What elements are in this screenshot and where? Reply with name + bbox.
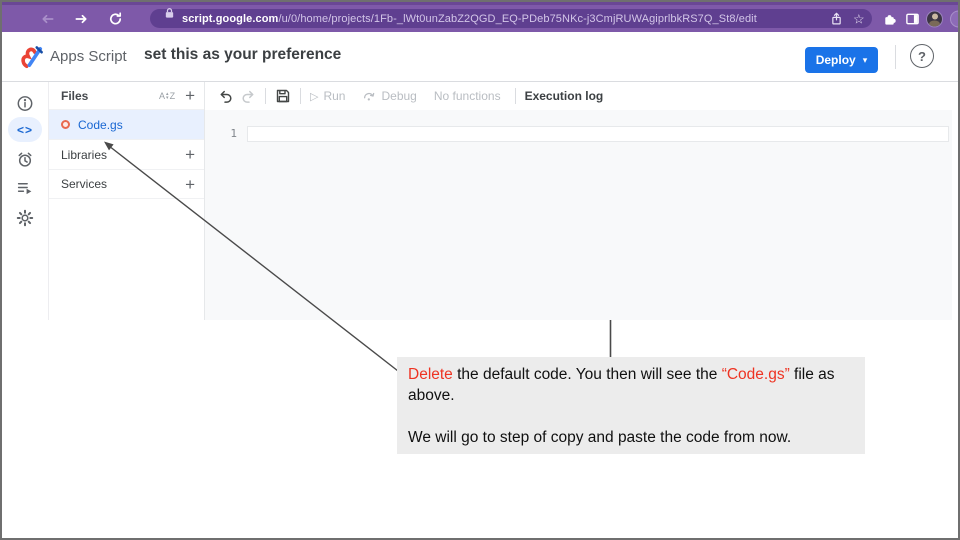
back-icon[interactable]	[40, 11, 55, 26]
apps-script-logo-icon[interactable]	[18, 44, 44, 70]
side-panel-icon[interactable]	[905, 11, 920, 26]
app-header: Apps Script set this as your preference …	[2, 32, 958, 82]
sort-arrow-down: ▾	[166, 96, 169, 100]
gs-file-icon	[61, 120, 70, 129]
editor-column: ▷ Run Debug No functions Execution log 1	[205, 82, 952, 320]
deploy-button[interactable]: Deploy ▾	[805, 47, 878, 73]
debug-label: Debug	[381, 89, 416, 103]
toolbar-divider	[515, 88, 516, 104]
deploy-button-label: Deploy	[816, 53, 856, 67]
code-editor[interactable]: 1	[205, 110, 952, 320]
sort-letter-a: A	[159, 91, 165, 101]
add-file-button[interactable]: +	[185, 87, 195, 104]
address-bar[interactable]: script.google.com/u/0/home/projects/1Fb-…	[150, 9, 872, 28]
url-path: /u/0/home/projects/1Fb-_lWt0unZabZ2QGD_E…	[278, 13, 756, 25]
executions-list-icon[interactable]	[17, 179, 34, 196]
files-panel: Files A▴▾Z + Code.gs Libraries + Service…	[48, 82, 205, 320]
debug-button[interactable]: Debug	[362, 89, 416, 103]
url-text: script.google.com/u/0/home/projects/1Fb-…	[182, 13, 757, 25]
toolbar-divider	[300, 88, 301, 104]
callout-note: Delete the default code. You then will s…	[397, 357, 865, 454]
services-section[interactable]: Services +	[49, 169, 204, 199]
browser-toolbar: script.google.com/u/0/home/projects/1Fb-…	[2, 2, 958, 32]
file-item-code-gs[interactable]: Code.gs	[49, 110, 204, 139]
current-line-highlight[interactable]	[247, 126, 949, 142]
callout-delete-text: Delete	[408, 366, 453, 383]
toolbar-divider	[265, 88, 266, 104]
run-play-icon: ▷	[310, 90, 318, 103]
profile-avatar[interactable]	[926, 10, 943, 27]
editor-toolbar: ▷ Run Debug No functions Execution log	[205, 82, 952, 110]
bookmark-star-icon[interactable]: ☆	[853, 12, 865, 25]
callout-paragraph-1: Delete the default code. You then will s…	[408, 364, 854, 406]
triggers-clock-icon[interactable]	[17, 151, 34, 168]
files-panel-header: Files A▴▾Z +	[49, 82, 204, 110]
add-service-button[interactable]: +	[185, 176, 195, 193]
run-button[interactable]: ▷ Run	[310, 89, 345, 103]
project-title[interactable]: set this as your preference	[144, 46, 341, 64]
redo-icon[interactable]	[240, 88, 256, 104]
reload-icon[interactable]	[108, 11, 123, 26]
share-icon[interactable]	[830, 12, 843, 26]
file-name: Code.gs	[78, 118, 123, 132]
callout-paragraph-2: We will go to step of copy and paste the…	[408, 427, 854, 448]
libraries-section[interactable]: Libraries +	[49, 139, 204, 169]
callout-codegs-text: “Code.gs”	[722, 366, 790, 383]
services-label: Services	[61, 177, 185, 191]
callout-text: the default code. You then will see the	[453, 366, 722, 383]
function-selector[interactable]: No functions	[434, 89, 501, 103]
editor-code-icon[interactable]: <>	[8, 117, 42, 142]
sort-letter-z: Z	[170, 91, 176, 101]
code-glyph: <>	[17, 123, 33, 137]
libraries-label: Libraries	[61, 148, 185, 162]
app-name[interactable]: Apps Script	[50, 48, 127, 65]
forward-icon[interactable]	[74, 11, 89, 26]
execution-log-button[interactable]: Execution log	[525, 89, 604, 103]
overview-info-icon[interactable]	[17, 95, 34, 112]
run-label: Run	[323, 89, 345, 103]
debug-step-icon	[362, 89, 376, 103]
lock-icon	[164, 7, 175, 19]
question-mark-icon: ?	[918, 49, 926, 64]
chevron-down-icon: ▾	[863, 55, 868, 66]
function-selector-label: No functions	[434, 89, 501, 103]
settings-gear-icon[interactable]	[16, 209, 34, 227]
profile-avatar-secondary[interactable]	[950, 10, 958, 27]
files-panel-title: Files	[61, 89, 159, 103]
header-divider	[895, 45, 896, 69]
sort-az-icon[interactable]: A▴▾Z	[159, 91, 175, 101]
extensions-puzzle-icon[interactable]	[882, 11, 897, 26]
undo-icon[interactable]	[218, 88, 234, 104]
help-button[interactable]: ?	[910, 44, 934, 68]
line-number: 1	[215, 127, 237, 140]
add-library-button[interactable]: +	[185, 146, 195, 163]
nav-rail: <>	[2, 82, 48, 320]
url-domain: script.google.com	[182, 13, 278, 25]
save-icon[interactable]	[275, 88, 291, 104]
